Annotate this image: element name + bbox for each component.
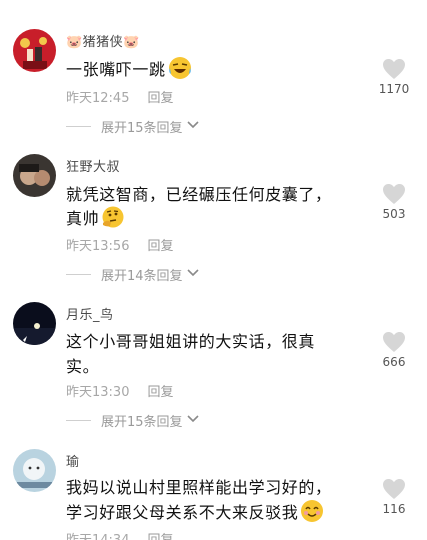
comment-item: 🐷猪猪侠🐷 一张嘴吓一跳 昨天12:45 回复 展开15条回复 1170 xyxy=(0,0,427,145)
comment-text-line: 就凭这智商，已经碾压任何皮囊了， xyxy=(66,185,332,204)
like-button[interactable]: 1170 xyxy=(376,58,412,96)
smiling-face-icon xyxy=(300,499,324,527)
comment-text: 学习好跟父母关系不大来反驳我 xyxy=(66,499,324,527)
comment-text: 实。 xyxy=(66,353,99,377)
reply-button[interactable]: 回复 xyxy=(147,235,173,254)
like-button[interactable]: 116 xyxy=(376,478,412,516)
timestamp: 昨天14:34 xyxy=(66,529,129,540)
username[interactable]: 瑜 xyxy=(66,451,80,470)
comment-text-line: 一张嘴吓一跳 xyxy=(66,60,166,79)
username[interactable]: 🐷猪猪侠🐷 xyxy=(66,31,140,50)
expand-replies-label: 展开15条回复 xyxy=(101,415,183,430)
username[interactable]: 月乐_鸟 xyxy=(66,304,114,323)
timestamp: 昨天12:45 xyxy=(66,91,130,106)
avatar[interactable] xyxy=(13,154,56,197)
thinking-face-icon xyxy=(101,205,125,233)
comment-text: 一张嘴吓一跳 xyxy=(66,56,192,84)
avatar[interactable] xyxy=(13,449,56,492)
comment-text-line: 我妈以说山村里照样能出学习好的， xyxy=(66,478,332,497)
chevron-down-icon xyxy=(186,267,200,282)
comment-text-line: 这个小哥哥姐姐讲的大实话，很真 xyxy=(66,332,316,351)
like-button[interactable]: 503 xyxy=(376,183,412,221)
comment-text: 就凭这智商，已经碾压任何皮囊了， xyxy=(66,181,332,205)
chevron-down-icon xyxy=(186,413,200,428)
expand-replies-button[interactable]: 展开15条回复 xyxy=(66,117,200,136)
laughing-tears-icon xyxy=(168,56,192,84)
reply-button[interactable]: 回复 xyxy=(147,381,173,400)
comment-meta: 昨天14:34 回复 xyxy=(66,529,173,540)
chevron-down-icon xyxy=(186,119,200,134)
comment-meta: 昨天13:56 回复 xyxy=(66,235,173,254)
like-count: 1170 xyxy=(378,82,410,96)
like-count: 666 xyxy=(382,355,406,369)
timestamp: 昨天13:56 xyxy=(66,239,130,254)
timestamp: 昨天13:30 xyxy=(66,385,130,400)
comment-text-line: 实。 xyxy=(66,357,100,376)
like-count: 116 xyxy=(382,502,406,516)
comment-feed: ー ー 🐷猪猪侠🐷 一张嘴吓一跳 昨天12:45回复 展开15条回复 xyxy=(0,0,427,540)
avatar[interactable] xyxy=(13,29,56,72)
comment-text: 我妈以说山村里照样能出学习好的， xyxy=(66,474,332,498)
avatar[interactable] xyxy=(13,302,56,345)
divider xyxy=(66,126,91,127)
comment-text-line: 真帅 xyxy=(66,209,100,228)
expand-replies-label: 展开15条回复 xyxy=(101,121,183,136)
username[interactable]: 狂野大叔 xyxy=(66,156,120,175)
heart-icon xyxy=(383,59,405,79)
expand-replies-button[interactable]: 展开14条回复 xyxy=(66,265,200,284)
divider xyxy=(66,420,91,421)
like-button[interactable]: 666 xyxy=(376,331,412,369)
comment-meta: 昨天12:45 回复 xyxy=(66,87,173,106)
comment-meta: 昨天13:30 回复 xyxy=(66,381,173,400)
divider xyxy=(66,274,91,275)
expand-replies-button[interactable]: 展开15条回复 xyxy=(66,411,200,430)
comment-text: 这个小哥哥姐姐讲的大实话，很真 xyxy=(66,328,315,352)
heart-icon xyxy=(383,184,405,204)
heart-icon xyxy=(383,332,405,352)
reply-button[interactable]: 回复 xyxy=(147,529,173,540)
reply-button[interactable]: 回复 xyxy=(147,87,173,106)
comment-text-line: 学习好跟父母关系不大来反驳我 xyxy=(66,503,299,522)
heart-icon xyxy=(383,479,405,499)
expand-replies-label: 展开14条回复 xyxy=(101,269,183,284)
like-count: 503 xyxy=(382,207,406,221)
comment-text: 真帅 xyxy=(66,205,125,233)
